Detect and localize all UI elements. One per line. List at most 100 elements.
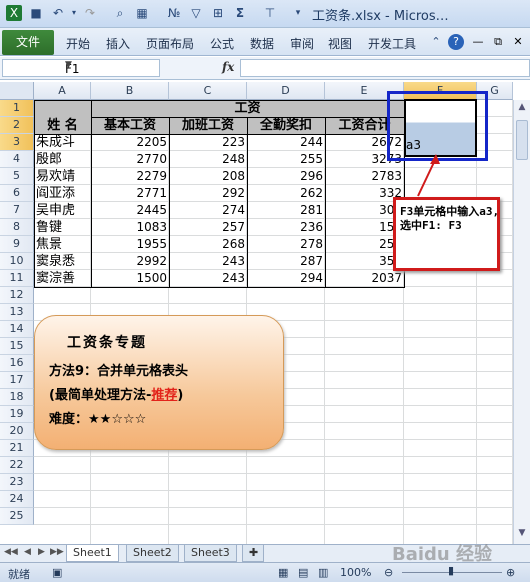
table-cell[interactable]: 243 bbox=[169, 270, 247, 287]
table-cell[interactable]: 阎亚添 bbox=[34, 185, 91, 202]
table-cell[interactable]: 易欢靖 bbox=[34, 168, 91, 185]
customize-toolbar-icon[interactable]: ▾ bbox=[290, 5, 306, 21]
tab-data[interactable]: 数据 bbox=[250, 35, 274, 52]
table-cell[interactable]: 鲁键 bbox=[34, 219, 91, 236]
header-basic-salary[interactable]: 基本工资 bbox=[91, 117, 169, 134]
formula-input[interactable] bbox=[240, 59, 530, 77]
tab-formulas[interactable]: 公式 bbox=[210, 35, 234, 52]
row-header[interactable]: 18 bbox=[0, 389, 34, 406]
row-header[interactable]: 9 bbox=[0, 236, 34, 253]
table-cell[interactable]: 朱成斗 bbox=[34, 134, 91, 151]
table-cell[interactable]: 292 bbox=[169, 185, 247, 202]
name-box-dropdown-icon[interactable]: ▼ bbox=[65, 60, 156, 70]
row-header[interactable]: 10 bbox=[0, 253, 34, 270]
table-cell[interactable]: 1955 bbox=[91, 236, 169, 253]
row-header[interactable]: 21 bbox=[0, 440, 34, 457]
header-name[interactable]: 姓 名 bbox=[34, 117, 91, 134]
table-cell[interactable]: 2992 bbox=[91, 253, 169, 270]
table-cell[interactable]: 278 bbox=[247, 236, 325, 253]
table-cell[interactable]: 2770 bbox=[91, 151, 169, 168]
filter-icon[interactable]: ▽ bbox=[188, 5, 204, 21]
row-header[interactable]: 11 bbox=[0, 270, 34, 287]
table-cell[interactable]: 1083 bbox=[91, 219, 169, 236]
table-cell[interactable]: 2279 bbox=[91, 168, 169, 185]
column-header-d[interactable]: D bbox=[247, 82, 325, 100]
row-header[interactable]: 6 bbox=[0, 185, 34, 202]
tab-developer[interactable]: 开发工具 bbox=[368, 35, 416, 52]
select-all-corner[interactable] bbox=[0, 82, 34, 100]
sheet-tab-sheet2[interactable]: Sheet2 bbox=[126, 545, 179, 562]
last-sheet-icon[interactable]: ▶▶ bbox=[50, 547, 64, 557]
normal-view-icon[interactable]: ▦ bbox=[278, 566, 288, 579]
scroll-down-icon[interactable]: ▼ bbox=[516, 528, 528, 542]
table-cell[interactable]: 2445 bbox=[91, 202, 169, 219]
row-header[interactable]: 16 bbox=[0, 355, 34, 372]
zoom-level[interactable]: 100% bbox=[340, 566, 371, 579]
row-header[interactable]: 20 bbox=[0, 423, 34, 440]
table-cell[interactable]: 268 bbox=[169, 236, 247, 253]
column-header-b[interactable]: B bbox=[91, 82, 169, 100]
scroll-thumb[interactable] bbox=[516, 120, 528, 160]
scroll-up-icon[interactable]: ▲ bbox=[516, 102, 528, 116]
table-cell[interactable]: 243 bbox=[169, 253, 247, 270]
autosum-icon[interactable]: Σ bbox=[232, 5, 248, 21]
row-header[interactable]: 13 bbox=[0, 304, 34, 321]
row-header[interactable]: 7 bbox=[0, 202, 34, 219]
table-cell[interactable]: 窦淙善 bbox=[34, 270, 91, 287]
insert-function-icon[interactable]: fx bbox=[222, 60, 234, 74]
row-header[interactable]: 12 bbox=[0, 287, 34, 304]
row-header[interactable]: 3 bbox=[0, 134, 34, 151]
column-header-a[interactable]: A bbox=[34, 82, 91, 100]
tab-insert[interactable]: 插入 bbox=[106, 35, 130, 52]
table-cell[interactable]: 2783 bbox=[325, 168, 404, 185]
sheet-tab-sheet1[interactable]: Sheet1 bbox=[66, 545, 119, 562]
macro-record-icon[interactable]: ▣ bbox=[52, 566, 62, 579]
zoom-out-icon[interactable]: ⊖ bbox=[384, 566, 393, 579]
prev-sheet-icon[interactable]: ◀ bbox=[24, 547, 31, 557]
tab-home[interactable]: 开始 bbox=[66, 35, 90, 52]
table-cell[interactable]: 1500 bbox=[91, 270, 169, 287]
minimize-ribbon-icon[interactable]: ⌃ bbox=[428, 34, 444, 50]
header-attendance[interactable]: 全勤奖扣 bbox=[247, 117, 325, 134]
page-break-view-icon[interactable]: ▥ bbox=[318, 566, 328, 579]
form-icon[interactable]: ▦ bbox=[134, 5, 150, 21]
row-header[interactable]: 23 bbox=[0, 474, 34, 491]
table-cell[interactable]: 吴申虎 bbox=[34, 202, 91, 219]
undo-icon[interactable]: ↶ bbox=[50, 5, 66, 21]
sheet-tab-sheet3[interactable]: Sheet3 bbox=[184, 545, 237, 562]
help-icon[interactable]: ? bbox=[448, 34, 464, 50]
table-cell[interactable]: 281 bbox=[247, 202, 325, 219]
table-cell[interactable]: 294 bbox=[247, 270, 325, 287]
print-preview-icon[interactable]: ⌕ bbox=[112, 5, 128, 21]
borders-icon[interactable]: ⊞ bbox=[210, 5, 226, 21]
table-cell[interactable]: 223 bbox=[169, 134, 247, 151]
table-cell[interactable]: 208 bbox=[169, 168, 247, 185]
table-cell[interactable]: 2205 bbox=[91, 134, 169, 151]
tab-page-layout[interactable]: 页面布局 bbox=[146, 35, 194, 52]
file-tab[interactable]: 文件 bbox=[2, 30, 54, 55]
next-sheet-icon[interactable]: ▶ bbox=[38, 547, 45, 557]
table-cell[interactable]: 2037 bbox=[325, 270, 404, 287]
save-icon[interactable]: ■ bbox=[28, 5, 44, 21]
row-header[interactable]: 14 bbox=[0, 321, 34, 338]
row-header[interactable]: 17 bbox=[0, 372, 34, 389]
tab-view[interactable]: 视图 bbox=[328, 35, 352, 52]
number-format-icon[interactable]: № bbox=[166, 5, 182, 21]
name-box[interactable]: F1 ▼ bbox=[2, 59, 160, 77]
table-cell[interactable]: 焦景 bbox=[34, 236, 91, 253]
group-header[interactable]: 工资 bbox=[91, 100, 404, 117]
table-cell[interactable]: 287 bbox=[247, 253, 325, 270]
table-cell[interactable]: 244 bbox=[247, 134, 325, 151]
redo-icon[interactable]: ↷ bbox=[82, 5, 98, 21]
table-cell[interactable]: 262 bbox=[247, 185, 325, 202]
row-header[interactable]: 1 bbox=[0, 100, 34, 117]
table-cell[interactable]: 248 bbox=[169, 151, 247, 168]
table-cell[interactable]: 257 bbox=[169, 219, 247, 236]
row-header[interactable]: 15 bbox=[0, 338, 34, 355]
table-cell[interactable]: 殷郎 bbox=[34, 151, 91, 168]
table-cell[interactable]: 236 bbox=[247, 219, 325, 236]
table-cell[interactable]: 296 bbox=[247, 168, 325, 185]
row-header[interactable]: 4 bbox=[0, 151, 34, 168]
window-minimize-icon[interactable]: — bbox=[470, 34, 486, 50]
first-sheet-icon[interactable]: ◀◀ bbox=[4, 547, 18, 557]
